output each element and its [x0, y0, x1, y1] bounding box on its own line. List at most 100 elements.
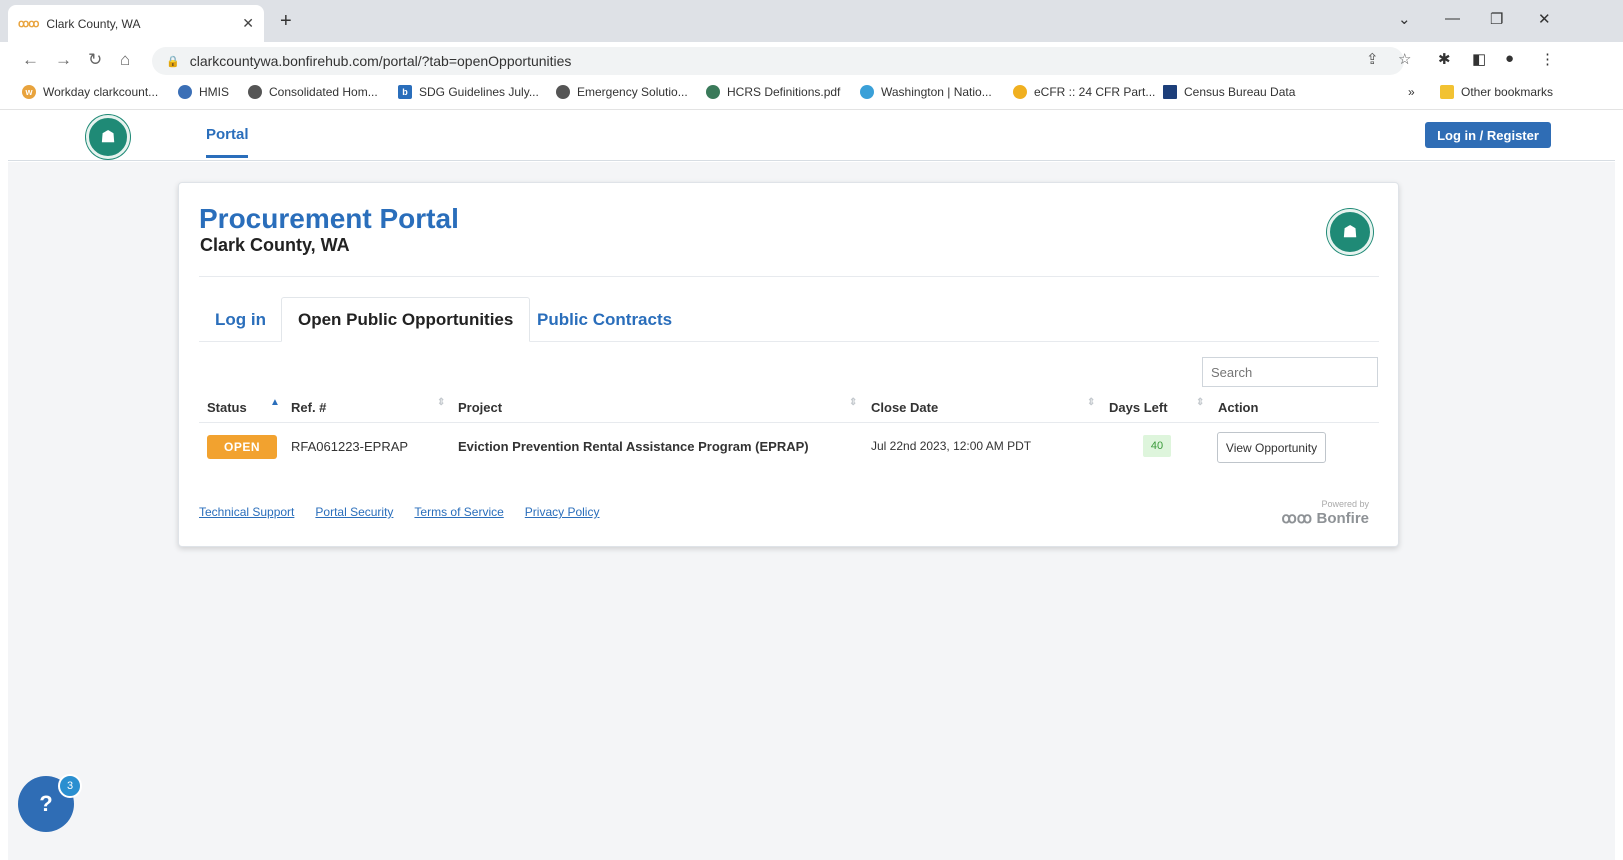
- bookmark-item[interactable]: eCFR :: 24 CFR Part...: [1013, 85, 1155, 99]
- browser-tab-title: Clark County, WA: [46, 16, 141, 31]
- browser-toolbar: ← → ↻ ⌂ 🔒 clarkcountywa.bonfirehub.com/p…: [0, 42, 1623, 78]
- bookmark-label: Emergency Solutio...: [577, 85, 688, 99]
- bookmark-item[interactable]: Emergency Solutio...: [556, 85, 688, 99]
- column-header-ref[interactable]: Ref. #: [291, 400, 326, 415]
- bonfire-favicon-icon: ꝏꝏ: [18, 18, 39, 30]
- bookmark-label: Census Bureau Data: [1184, 85, 1296, 99]
- tab-open-public-opportunities[interactable]: Open Public Opportunities: [281, 297, 531, 342]
- county-seal-logo[interactable]: ☗: [86, 115, 130, 159]
- county-seal-logo: ☗: [1327, 209, 1373, 255]
- minimize-icon[interactable]: —: [1445, 10, 1460, 27]
- hcrs-icon: [706, 85, 720, 99]
- bookmark-star-icon[interactable]: ☆: [1398, 50, 1411, 68]
- bookmarks-bar: w Workday clarkcount... HMIS Consolidated…: [0, 78, 1623, 110]
- table-header: Status ▲ Ref. # ⇕ Project ⇕ Close Date ⇕…: [199, 395, 1379, 423]
- sort-ascending-icon[interactable]: ▲: [270, 397, 280, 408]
- bookmark-label: HMIS: [199, 85, 229, 99]
- bookmark-item[interactable]: Consolidated Hom...: [248, 85, 378, 99]
- other-bookmarks-label: Other bookmarks: [1461, 85, 1554, 99]
- column-header-project[interactable]: Project: [458, 400, 502, 415]
- tab-search-chevron-icon[interactable]: ⌄: [1398, 10, 1411, 28]
- bonfire-brand: Bonfire: [1316, 510, 1370, 527]
- terms-of-service-link[interactable]: Terms of Service: [414, 505, 503, 519]
- divider: [199, 276, 1379, 277]
- site-header: ☗ Portal Log in / Register: [8, 111, 1615, 161]
- bar-chart-icon: [1163, 85, 1177, 99]
- powered-by-label: Powered by: [1321, 499, 1369, 509]
- tab-public-contracts[interactable]: Public Contracts: [521, 297, 688, 342]
- share-icon[interactable]: ⇪: [1366, 50, 1379, 68]
- home-icon[interactable]: ⌂: [120, 50, 130, 70]
- menu-icon[interactable]: ⋮: [1540, 50, 1555, 68]
- folder-icon: [1440, 85, 1454, 99]
- tab-log-in[interactable]: Log in: [199, 297, 282, 342]
- technical-support-link[interactable]: Technical Support: [199, 505, 294, 519]
- powered-by-bonfire[interactable]: Powered by ꝏꝏ Bonfire: [1279, 499, 1369, 528]
- portal-security-link[interactable]: Portal Security: [315, 505, 393, 519]
- bookmark-label: Workday clarkcount...: [43, 85, 159, 99]
- bookmark-item[interactable]: b SDG Guidelines July...: [398, 85, 539, 99]
- box-icon: b: [398, 85, 412, 99]
- new-tab-icon[interactable]: +: [280, 10, 292, 33]
- browser-tab[interactable]: ꝏꝏ Clark County, WA ✕: [8, 5, 264, 42]
- page-title: Procurement Portal: [199, 203, 459, 234]
- column-header-action: Action: [1218, 400, 1259, 415]
- other-bookmarks[interactable]: Other bookmarks: [1440, 85, 1553, 99]
- sort-icon[interactable]: ⇕: [437, 397, 445, 408]
- privacy-policy-link[interactable]: Privacy Policy: [525, 505, 600, 519]
- swirl-icon: [860, 85, 874, 99]
- bookmark-label: SDG Guidelines July...: [419, 85, 539, 99]
- bookmark-item[interactable]: HCRS Definitions.pdf: [706, 85, 840, 99]
- portal-tabs: Log in Open Public Opportunities Public …: [199, 297, 1379, 342]
- bonfire-logo-icon: ꝏꝏ: [1281, 510, 1313, 527]
- restore-icon[interactable]: ❐: [1490, 10, 1503, 28]
- bookmark-label: HCRS Definitions.pdf: [727, 85, 841, 99]
- bookmark-item[interactable]: HMIS: [178, 85, 229, 99]
- login-register-button[interactable]: Log in / Register: [1425, 122, 1551, 148]
- globe-icon: [248, 85, 262, 99]
- close-window-icon[interactable]: ✕: [1538, 10, 1551, 28]
- sort-icon[interactable]: ⇕: [849, 397, 857, 408]
- more-bookmarks-icon[interactable]: »: [1408, 85, 1415, 99]
- ref-number: RFA061223-EPRAP: [291, 439, 409, 454]
- view-opportunity-button[interactable]: View Opportunity: [1217, 432, 1326, 463]
- workday-icon: w: [22, 85, 36, 99]
- column-header-days-left[interactable]: Days Left: [1109, 400, 1168, 415]
- extensions-icon[interactable]: ✱: [1438, 50, 1451, 68]
- address-bar-url: clarkcountywa.bonfirehub.com/portal/?tab…: [189, 53, 572, 69]
- profile-icon[interactable]: ●: [1505, 50, 1514, 67]
- column-header-status[interactable]: Status: [207, 400, 247, 415]
- close-date: Jul 22nd 2023, 12:00 AM PDT: [871, 439, 1032, 453]
- globe-icon: [178, 85, 192, 99]
- close-tab-icon[interactable]: ✕: [242, 15, 254, 32]
- back-icon[interactable]: ←: [22, 50, 39, 70]
- address-bar[interactable]: 🔒 clarkcountywa.bonfirehub.com/portal/?t…: [152, 47, 1404, 75]
- forward-icon[interactable]: →: [55, 50, 72, 70]
- sort-icon[interactable]: ⇕: [1087, 397, 1095, 408]
- bookmark-label: Washington | Natio...: [881, 85, 992, 99]
- bookmark-label: Consolidated Hom...: [269, 85, 378, 99]
- column-header-close-date[interactable]: Close Date: [871, 400, 938, 415]
- table-row: OPEN RFA061223-EPRAP Eviction Prevention…: [199, 423, 1379, 471]
- bookmark-item[interactable]: w Workday clarkcount...: [22, 85, 158, 99]
- days-left-badge: 40: [1143, 435, 1171, 457]
- reload-icon[interactable]: ↻: [88, 50, 102, 70]
- project-name: Eviction Prevention Rental Assistance Pr…: [458, 439, 809, 454]
- lock-icon[interactable]: 🔒: [166, 55, 180, 68]
- footer-links: Technical Support Portal Security Terms of…: [199, 505, 620, 519]
- browser-tabstrip: ꝏꝏ Clark County, WA ✕ + ⌄ — ❐ ✕: [0, 0, 1623, 42]
- status-badge: OPEN: [207, 435, 277, 459]
- search-input[interactable]: [1202, 357, 1378, 387]
- page-subtitle: Clark County, WA: [200, 235, 350, 255]
- notification-count-badge: 3: [58, 774, 82, 798]
- procurement-card: Procurement Portal Clark County, WA ☗ Lo…: [178, 182, 1399, 547]
- bookmark-label: eCFR :: 24 CFR Part...: [1034, 85, 1156, 99]
- portal-nav-link[interactable]: Portal: [206, 126, 249, 143]
- bookmark-item[interactable]: Census Bureau Data: [1163, 85, 1295, 99]
- portal-nav-underline: [206, 155, 248, 158]
- bookmark-item[interactable]: Washington | Natio...: [860, 85, 992, 99]
- ecfr-icon: [1013, 85, 1027, 99]
- globe-icon: [556, 85, 570, 99]
- side-panel-icon[interactable]: ◧: [1472, 50, 1486, 68]
- sort-icon[interactable]: ⇕: [1196, 397, 1204, 408]
